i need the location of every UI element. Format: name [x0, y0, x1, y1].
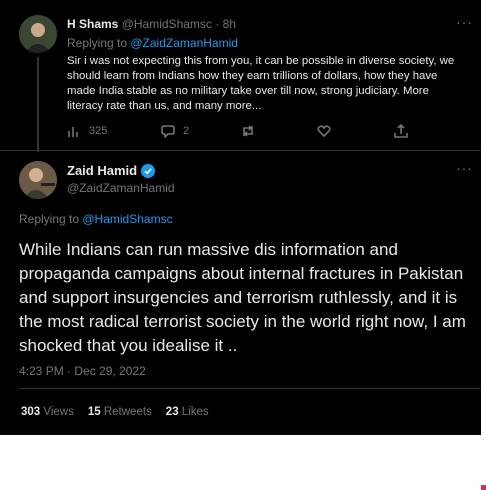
- reply-tweet-text: Sir i was not expecting this from you, i…: [67, 55, 455, 112]
- main-replying-to: Replying to @HamidShamsc: [19, 212, 173, 226]
- thread-connector-line: [37, 57, 39, 152]
- views-stat-count: 303: [21, 406, 41, 418]
- views-action[interactable]: 325: [67, 124, 107, 138]
- reply-author-avatar[interactable]: [19, 15, 57, 53]
- reply-more-icon[interactable]: ···: [456, 14, 473, 30]
- share-action[interactable]: [394, 124, 408, 138]
- retweet-icon: [243, 125, 253, 137]
- replies-count: 2: [183, 125, 190, 137]
- reply-tweet-header: H Shams @HamidShamsc · 8h: [67, 17, 236, 31]
- likes-stat-count: 23: [165, 406, 179, 418]
- tweet-stats: 303 Views 15 Retweets 23 Likes: [21, 406, 209, 418]
- views-stat[interactable]: 303 Views: [21, 406, 74, 418]
- retweets-stat[interactable]: 15 Retweets: [88, 406, 152, 418]
- main-author-name-row: Zaid Hamid: [67, 163, 156, 178]
- verified-badge-icon: [141, 163, 156, 178]
- views-stat-label: Views: [43, 406, 74, 418]
- retweets-stat-count: 15: [87, 406, 101, 418]
- main-author-avatar[interactable]: [19, 161, 57, 199]
- reply-icon: [161, 125, 175, 138]
- retweets-stat-label: Retweets: [103, 406, 152, 418]
- main-tweet-text: While Indians can run massive dis inform…: [19, 240, 466, 355]
- replying-to-label: Replying to: [67, 36, 131, 50]
- main-replying-to-handle-link[interactable]: @HamidShamsc: [82, 212, 172, 226]
- views-count: 325: [89, 125, 108, 137]
- right-edge-strip: [481, 0, 486, 435]
- like-action[interactable]: [317, 124, 331, 138]
- likes-stat[interactable]: 23 Likes: [166, 406, 209, 418]
- likes-stat-label: Likes: [181, 406, 209, 418]
- corner-marker: [481, 485, 486, 490]
- reply-action[interactable]: 2: [161, 124, 189, 138]
- reply-author-handle[interactable]: @HamidShamsc: [122, 17, 212, 31]
- main-tweet-timestamp[interactable]: 4:23 PM · Dec 29, 2022: [19, 364, 146, 378]
- reply-tweet-actions: 325 2: [67, 124, 412, 142]
- main-more-icon[interactable]: ···: [456, 160, 473, 176]
- heart-icon: [317, 125, 331, 138]
- share-icon: [394, 124, 408, 138]
- tweet-divider: [0, 150, 481, 151]
- analytics-icon: [68, 127, 78, 137]
- main-author-handle[interactable]: @ZaidZamanHamid: [67, 181, 175, 195]
- main-author-name[interactable]: Zaid Hamid: [67, 163, 137, 178]
- tweet-thread-panel: H Shams @HamidShamsc · 8h ··· Replying t…: [0, 0, 481, 435]
- reply-author-name[interactable]: H Shams: [67, 17, 118, 31]
- replying-to-handle-link[interactable]: @ZaidZamanHamid: [130, 36, 238, 50]
- retweet-action[interactable]: [241, 124, 255, 138]
- main-replying-to-label: Replying to: [19, 212, 83, 226]
- stats-divider: [19, 388, 481, 389]
- reply-tweet-time[interactable]: · 8h: [215, 17, 236, 31]
- reply-replying-to: Replying to @ZaidZamanHamid: [67, 36, 238, 50]
